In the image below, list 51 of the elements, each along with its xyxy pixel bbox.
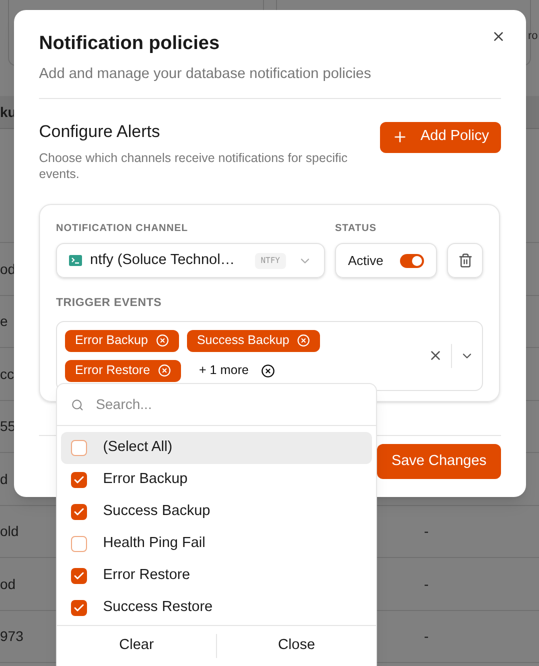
dialog-subtitle: Add and manage your database notification policies [39,65,372,84]
delete-button[interactable] [447,243,483,278]
save-changes-button[interactable]: Save Changes [377,444,501,480]
table-cell-text: cc [0,364,14,384]
channel-badge: NTFY [254,252,286,269]
dialog-title: Notification policies [39,32,220,56]
close-icon [491,29,506,44]
option-item[interactable]: (Select All) [61,432,372,464]
table-cell-text: - [424,574,429,594]
check-icon [73,506,85,518]
checkbox[interactable] [71,472,87,488]
checkbox[interactable] [71,504,87,520]
clear-icon [428,348,443,363]
stat-caption: ro [528,29,538,44]
section-title: Configure Alerts [39,120,161,143]
status-toggle[interactable] [400,254,424,268]
check-icon [73,474,85,486]
search-icon [71,398,84,412]
table-cell-text: old [0,522,19,542]
trash-icon [458,253,473,268]
checkbox[interactable] [71,568,87,584]
field-label: NOTIFICATION CHANNEL [56,222,190,234]
section-description: Choose which channels receive notifications for specific events. [39,150,348,182]
event-tag: Error Restore [65,360,182,382]
footer-button[interactable]: Close [217,626,376,665]
table-cell-text: od [0,574,16,594]
status-text: Active [348,252,384,270]
table-cell-text: 973 [0,627,24,646]
search-field[interactable]: Search... [57,384,376,426]
event-tag: Success Backup [186,330,320,352]
checkbox[interactable] [71,600,87,616]
remove-icon [158,364,172,377]
checkbox[interactable] [71,440,87,456]
table-cell-text: e [0,312,8,332]
check-icon [73,570,85,582]
field-label: STATUS [335,222,378,234]
event-tag: Error Backup [65,330,179,352]
field-label: TRIGGER EVENTS [56,296,163,312]
footer-button[interactable]: Clear [57,626,216,665]
remove-icon [156,334,169,347]
check-icon [73,602,85,614]
table-cell-text: - [424,522,429,542]
remove-icon [297,334,310,347]
table-cell-text: - [424,627,429,646]
search-input[interactable]: Search... [96,394,362,415]
table-cell-text: d [0,470,8,489]
terminal-icon [69,255,82,266]
checkbox[interactable] [71,536,87,552]
add-policy-button[interactable]: Add Policy [380,122,501,153]
remove-icon [260,364,275,378]
channel-select[interactable]: ntfy (Soluce Technol… NTFY [56,243,325,278]
